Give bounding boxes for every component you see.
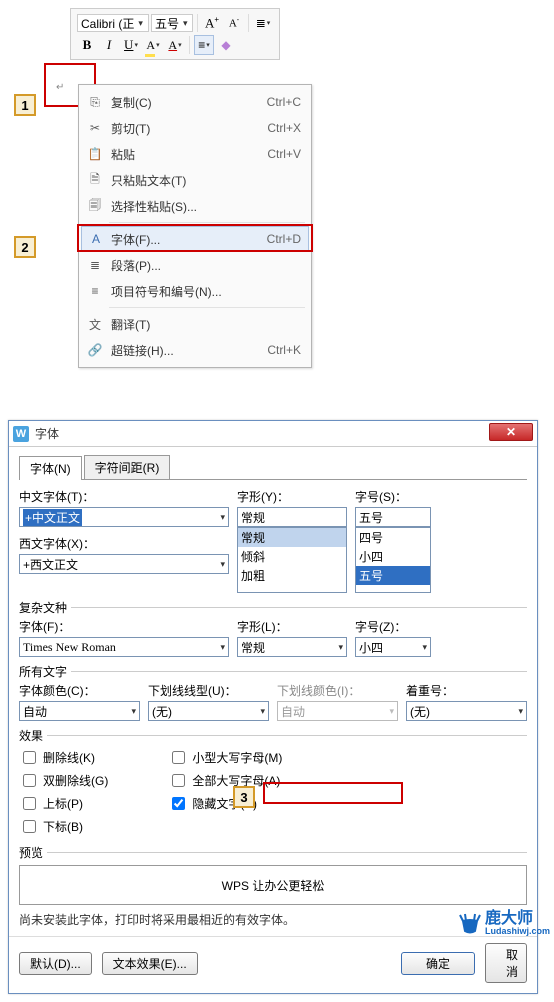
cx-style-combo[interactable]: 常规▾: [237, 637, 347, 657]
tab-font[interactable]: 字体(N): [19, 456, 82, 480]
ok-button[interactable]: 确定: [401, 952, 475, 975]
bold-button[interactable]: B: [77, 35, 97, 55]
underline-color-label: 下划线颜色(I)：: [277, 682, 398, 699]
preview-section-label: 预览: [19, 844, 43, 861]
close-button[interactable]: ✕: [489, 423, 533, 441]
watermark: 鹿大师 Ludashiwj.com: [455, 911, 550, 936]
cn-font-label: 中文字体(T)：: [19, 488, 229, 505]
emphasis-label: 着重号：: [406, 682, 527, 699]
style-label: 字形(Y)：: [237, 488, 347, 505]
cx-font-label: 字体(F)：: [19, 618, 229, 635]
grow-font-button[interactable]: A+: [202, 13, 222, 33]
en-font-label: 西文字体(X)：: [19, 535, 229, 552]
scissors-icon: ✂: [87, 120, 103, 136]
size-item[interactable]: 四号: [356, 528, 430, 547]
underline-style-combo[interactable]: (无)▾: [148, 701, 269, 721]
dialog-title: 字体: [35, 425, 489, 442]
clear-format-button[interactable]: ◆: [216, 35, 236, 55]
annotation-step-1: 1: [14, 94, 36, 116]
style-listbox[interactable]: 常规 倾斜 加粗: [237, 527, 347, 593]
underline-color-combo: 自动▾: [277, 701, 398, 721]
chk-superscript[interactable]: 上标(P): [19, 794, 108, 813]
link-icon: 🔗: [87, 342, 103, 358]
underline-style-label: 下划线线型(U)：: [148, 682, 269, 699]
style-item[interactable]: 常规: [238, 528, 346, 547]
ctx-hyperlink[interactable]: 🔗超链接(H)...Ctrl+K: [81, 337, 309, 363]
ctx-cut[interactable]: ✂剪切(T)Ctrl+X: [81, 115, 309, 141]
size-item[interactable]: 五号: [356, 566, 430, 585]
ctx-paste[interactable]: 📋粘贴Ctrl+V: [81, 141, 309, 167]
copy-icon: ⎘: [87, 94, 103, 110]
annotation-highlight-3: [263, 782, 403, 804]
effects-section-label: 效果: [19, 727, 43, 744]
annotation-step-2: 2: [14, 236, 36, 258]
paste-text-icon: 🗎: [87, 172, 103, 188]
ctx-copy[interactable]: ⎘复制(C)Ctrl+C: [81, 89, 309, 115]
cx-size-combo[interactable]: 小四▾: [355, 637, 431, 657]
alltext-section-label: 所有文字: [19, 663, 67, 680]
text-effect-button[interactable]: 文本效果(E)...: [102, 952, 198, 975]
style-item[interactable]: 倾斜: [238, 547, 346, 566]
dialog-titlebar: W 字体 ✕: [9, 421, 537, 447]
ctx-paste-text[interactable]: 🗎只粘贴文本(T): [81, 167, 309, 193]
dialog-tabs: 字体(N) 字符间距(R): [19, 455, 527, 480]
cn-font-combo[interactable]: +中文正文▾: [19, 507, 229, 527]
chk-subscript[interactable]: 下标(B): [19, 817, 108, 836]
style-input[interactable]: 常规: [237, 507, 347, 527]
translate-icon: 文: [87, 316, 103, 332]
tab-spacing[interactable]: 字符间距(R): [84, 455, 171, 479]
paragraph-icon: ≣: [87, 257, 103, 273]
shrink-font-button[interactable]: A-: [224, 13, 244, 33]
clipboard-icon: 📋: [87, 146, 103, 162]
chk-double-strike[interactable]: 双删除线(G): [19, 771, 108, 790]
cancel-button[interactable]: 取消: [485, 943, 527, 983]
en-font-combo[interactable]: +西文正文▾: [19, 554, 229, 574]
paste-special-icon: 🗐: [87, 198, 103, 214]
chk-strike[interactable]: 删除线(K): [19, 748, 108, 767]
app-icon: W: [13, 426, 29, 442]
italic-button[interactable]: I: [99, 35, 119, 55]
font-color-combo[interactable]: 自动▾: [19, 701, 140, 721]
font-note: 尚未安装此字体，打印时将采用最相近的有效字体。: [19, 911, 527, 928]
ctx-paragraph[interactable]: ≣段落(P)...: [81, 252, 309, 278]
chk-smallcaps[interactable]: 小型大写字母(M): [168, 748, 282, 767]
ctx-bullets[interactable]: ≡项目符号和编号(N)...: [81, 278, 309, 304]
complex-section-label: 复杂文种: [19, 599, 67, 616]
cx-style-label: 字形(L)：: [237, 618, 347, 635]
annotation-step-3: 3: [233, 786, 255, 808]
ctx-translate[interactable]: 文翻译(T): [81, 311, 309, 337]
font-name-selector[interactable]: Calibri (正▾: [77, 14, 149, 32]
ctx-paste-special[interactable]: 🗐选择性粘贴(S)...: [81, 193, 309, 219]
deer-icon: [455, 913, 485, 935]
align-button[interactable]: ≡▾: [194, 35, 214, 55]
underline-button[interactable]: U▾: [121, 35, 141, 55]
size-item[interactable]: 小四: [356, 547, 430, 566]
bullets-icon: ≡: [87, 283, 103, 299]
default-button[interactable]: 默认(D)...: [19, 952, 92, 975]
formatting-toolbar: Calibri (正▾ 五号▾ A+ A- ≣▾ B I U▾ A▾ A▾ ≡▾…: [70, 8, 280, 60]
annotation-highlight-2: [77, 224, 313, 252]
line-spacing-button[interactable]: ≣▾: [253, 13, 273, 33]
highlight-button[interactable]: A▾: [143, 35, 163, 55]
font-color-label: 字体颜色(C)：: [19, 682, 140, 699]
size-input[interactable]: 五号: [355, 507, 431, 527]
cx-size-label: 字号(Z)：: [355, 618, 431, 635]
font-color-button[interactable]: A▾: [165, 35, 185, 55]
font-dialog: W 字体 ✕ 字体(N) 字符间距(R) 中文字体(T)： +中文正文▾ 西文字…: [8, 420, 538, 994]
size-listbox[interactable]: 四号 小四 五号: [355, 527, 431, 593]
font-size-selector[interactable]: 五号▾: [151, 14, 193, 32]
size-label: 字号(S)：: [355, 488, 431, 505]
style-item[interactable]: 加粗: [238, 566, 346, 585]
preview-box: WPS 让办公更轻松: [19, 865, 527, 905]
emphasis-combo[interactable]: (无)▾: [406, 701, 527, 721]
cx-font-combo[interactable]: Times New Roman▾: [19, 637, 229, 657]
